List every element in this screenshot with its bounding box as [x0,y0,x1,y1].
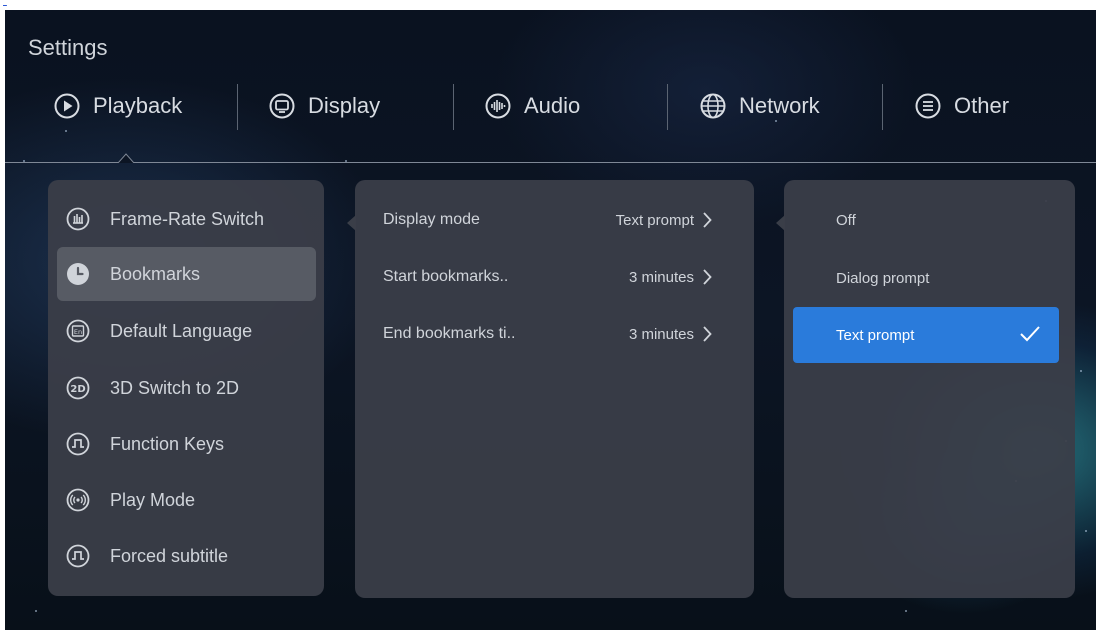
menu-item-play-mode[interactable]: Play Mode [57,473,316,527]
star [1085,530,1087,532]
menu-item-bookmarks[interactable]: Bookmarks [57,247,316,301]
subtitle-icon [65,543,91,569]
settings-screen: Settings Playback Display Audio Network … [5,10,1096,630]
top-bar [0,0,1101,10]
chevron-right-icon [703,212,712,228]
svg-text:En: En [74,328,82,336]
menu-item-label: Forced subtitle [110,545,229,566]
top-link[interactable] [3,0,7,7]
option-start-bookmarks[interactable]: Start bookmarks.. 3 minutes [383,257,712,297]
menu-item-forced-subtitle[interactable]: Forced subtitle [57,529,316,583]
option-display-mode[interactable]: Display mode Text prompt [383,200,712,240]
menu-circle-icon [914,92,942,120]
category-menu: Frame-Rate Switch Bookmarks En Default L… [48,180,324,596]
tab-separator [453,84,454,130]
tab-separator [667,84,668,130]
tab-playback[interactable]: Playback [53,88,182,124]
globe-icon [699,92,727,120]
tab-separator [882,84,883,130]
clock-icon [65,261,91,287]
frame-rate-icon [65,206,91,232]
menu-item-frame-rate-switch[interactable]: Frame-Rate Switch [57,192,316,246]
menu-item-label: Bookmarks [110,263,201,284]
choice-label: Dialog prompt [836,269,930,287]
tab-network[interactable]: Network [699,88,820,124]
menu-item-label: Play Mode [110,489,196,510]
tab-label: Audio [524,93,581,118]
star [35,610,37,612]
play-mode-icon [65,487,91,513]
bookmark-options-panel: Display mode Text prompt Start bookmarks… [355,180,754,598]
choice-label: Off [836,211,856,229]
option-end-bookmarks[interactable]: End bookmarks ti.. 3 minutes [383,314,712,354]
tab-label: Display [308,93,381,118]
language-icon: En [65,318,91,344]
svg-text:2D: 2D [70,384,85,395]
option-value: Text prompt [615,211,694,229]
option-value: 3 minutes [628,325,694,343]
option-value: 3 minutes [628,268,694,286]
play-circle-icon [53,92,81,120]
display-mode-choices: Off Dialog prompt Text prompt [784,180,1075,598]
option-label: End bookmarks ti.. [383,325,516,342]
star [1080,370,1082,372]
menu-item-function-keys[interactable]: Function Keys [57,417,316,471]
audio-wave-icon [484,92,512,120]
menu-item-label: Frame-Rate Switch [110,208,265,229]
active-tab-caret [118,153,134,163]
monitor-icon [268,92,296,120]
menu-item-label: 3D Switch to 2D [110,377,240,398]
2d-icon: 2D [65,375,91,401]
option-label: Display mode [383,211,480,228]
tab-bar: Playback Display Audio Network Other [5,84,1096,136]
tab-label: Playback [93,93,183,118]
tab-label: Network [739,93,820,118]
tab-display[interactable]: Display [268,88,380,124]
chevron-right-icon [703,269,712,285]
choice-dialog-prompt[interactable]: Dialog prompt [793,250,1059,306]
checkmark-icon [1020,326,1040,342]
tab-separator [237,84,238,130]
function-key-icon [65,431,91,457]
menu-item-3d-switch-to-2d[interactable]: 2D 3D Switch to 2D [57,361,316,415]
tab-other[interactable]: Other [914,88,1009,124]
option-label: Start bookmarks.. [383,268,509,285]
menu-item-default-language[interactable]: En Default Language [57,304,316,358]
menu-item-label: Function Keys [110,433,225,454]
choice-off[interactable]: Off [793,192,1059,248]
star [905,610,907,612]
chevron-right-icon [703,326,712,342]
tab-audio[interactable]: Audio [484,88,580,124]
choice-text-prompt[interactable]: Text prompt [793,307,1059,363]
menu-item-label: Default Language [110,320,253,341]
tab-label: Other [954,93,1010,118]
tab-underline [5,162,1096,163]
page-title: Settings [28,35,108,60]
choice-label: Text prompt [836,326,915,344]
